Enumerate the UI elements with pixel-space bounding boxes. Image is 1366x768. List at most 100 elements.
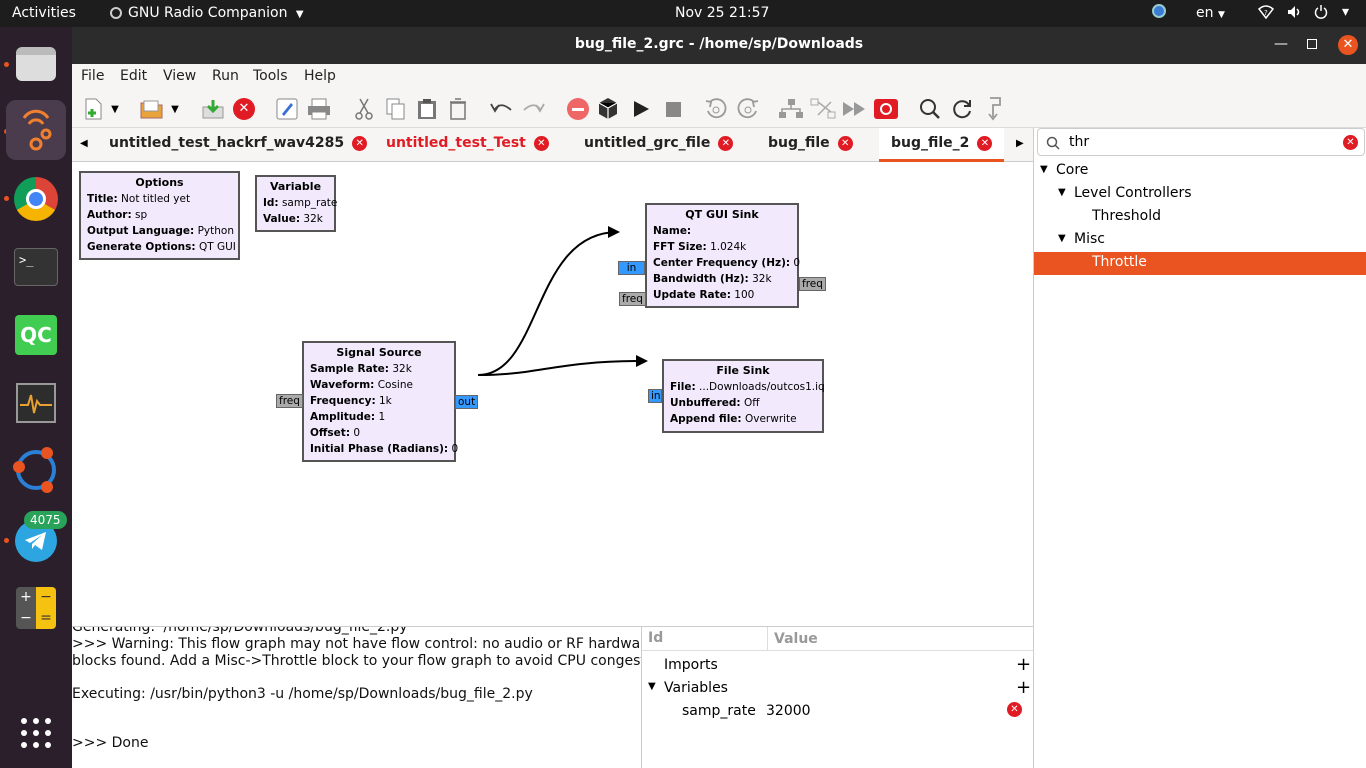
search-icon[interactable]	[916, 95, 944, 123]
qt-sink-freq-out-port[interactable]: freq	[799, 277, 826, 291]
rotate-cw-icon[interactable]	[734, 95, 762, 123]
disable-block-icon[interactable]	[564, 95, 592, 123]
undo-icon[interactable]	[487, 95, 515, 123]
close-tab-icon[interactable]: ✕	[977, 135, 993, 151]
signal-source-block[interactable]: Signal Source Sample Rate: 32k Waveform:…	[302, 341, 458, 462]
search-input[interactable]: thr	[1069, 134, 1089, 150]
tree-level-controllers[interactable]: ▼ Level Controllers	[1034, 183, 1366, 206]
close-tab-icon[interactable]: ✕	[352, 135, 368, 151]
menu-edit[interactable]: Edit	[120, 68, 147, 84]
tree-core[interactable]: ▼ Core	[1034, 160, 1366, 183]
close-file-icon[interactable]: ✕	[230, 95, 258, 123]
tree-throttle[interactable]: Throttle	[1034, 252, 1366, 275]
bypass-block-icon[interactable]	[809, 95, 837, 123]
reload-icon[interactable]	[948, 95, 976, 123]
cut-icon[interactable]	[350, 95, 378, 123]
maximize-icon[interactable]	[1307, 39, 1317, 49]
variable-row[interactable]: samp_rate 32000 ✕	[642, 701, 1033, 723]
tab-untitled-test-hackrf[interactable]: untitled_test_hackrf_wav4285 ✕	[109, 135, 368, 151]
print-icon[interactable]	[305, 95, 333, 123]
paste-icon[interactable]	[413, 95, 441, 123]
tab-bug-file[interactable]: bug_file ✕	[768, 135, 853, 151]
tab-scroll-right-icon[interactable]: ▶	[1016, 138, 1024, 149]
clock[interactable]: Nov 25 21:57	[675, 5, 769, 21]
volume-icon[interactable]	[1287, 5, 1303, 23]
qt-sink-in-port[interactable]: in	[618, 261, 645, 275]
variable-value[interactable]: 32000	[766, 703, 811, 719]
network-icon[interactable]: ?	[1257, 5, 1275, 23]
menu-run[interactable]: Run	[212, 68, 239, 84]
new-file-icon[interactable]	[80, 95, 108, 123]
activities-button[interactable]: Activities	[12, 5, 76, 21]
chevron-down-icon[interactable]: ▼	[108, 95, 122, 123]
return-icon[interactable]	[980, 95, 1008, 123]
language-indicator[interactable]: en ▼	[1196, 5, 1225, 21]
tab-scroll-left-icon[interactable]: ◀	[80, 138, 88, 149]
expander-down-icon[interactable]: ▼	[648, 681, 656, 692]
expander-down-icon[interactable]: ▼	[1058, 187, 1066, 198]
chrome-indicator-icon[interactable]	[1152, 4, 1166, 22]
qt-gui-sink-block[interactable]: QT GUI Sink Name: FFT Size: 1.024k Cente…	[645, 203, 800, 308]
generate-icon[interactable]	[594, 95, 622, 123]
qtcreator-icon[interactable]: QC	[6, 305, 66, 365]
options-block[interactable]: Options Title: Not titled yet Author: sp…	[79, 171, 240, 260]
flowgraph-canvas[interactable]: Options Title: Not titled yet Author: sp…	[72, 162, 1033, 626]
imports-row[interactable]: Imports +	[642, 654, 1033, 677]
close-icon[interactable]: ✕	[1338, 35, 1358, 55]
chevron-down-icon[interactable]: ▼	[168, 95, 182, 123]
close-tab-icon[interactable]: ✕	[718, 135, 734, 151]
add-icon[interactable]: +	[1016, 654, 1031, 675]
tab-bug-file-2[interactable]: bug_file_2 ✕	[879, 128, 1005, 162]
fast-forward-icon[interactable]	[841, 95, 869, 123]
col-value[interactable]: Value	[767, 627, 818, 651]
chrome-icon[interactable]	[6, 169, 66, 229]
minimize-icon[interactable]: —	[1274, 36, 1288, 52]
terminal-icon[interactable]: >_	[6, 237, 66, 297]
menu-file[interactable]: File	[81, 68, 104, 84]
ubuntu-update-icon[interactable]	[6, 440, 66, 500]
console-output[interactable]: Generating: '/home/sp/Downloads/bug_file…	[72, 626, 642, 768]
app-menu[interactable]: GNU Radio Companion ▼	[110, 5, 304, 21]
tab-untitled-test[interactable]: untitled_test_Test ✕	[386, 135, 549, 151]
variable-block[interactable]: Variable Id: samp_rate Value: 32k	[255, 175, 337, 232]
tab-untitled-grc-file[interactable]: untitled_grc_file ✕	[584, 135, 734, 151]
redo-icon[interactable]	[520, 95, 548, 123]
kill-icon[interactable]	[872, 95, 900, 123]
file-sink-block[interactable]: File Sink File: ...Downloads/outcos1.iq …	[662, 359, 825, 433]
open-folder-icon[interactable]	[138, 95, 166, 123]
close-tab-icon[interactable]: ✕	[837, 135, 853, 151]
col-id[interactable]: Id	[648, 630, 663, 646]
delete-icon[interactable]	[444, 95, 472, 123]
remove-icon[interactable]: ✕	[1007, 702, 1022, 717]
tree-threshold[interactable]: Threshold	[1034, 206, 1366, 229]
edit-properties-icon[interactable]	[273, 95, 301, 123]
save-icon[interactable]	[199, 95, 227, 123]
tree-misc[interactable]: ▼ Misc	[1034, 229, 1366, 252]
chevron-down-icon[interactable]: ▾	[1342, 4, 1349, 20]
signal-source-out-port[interactable]: out	[455, 395, 479, 409]
title-bar[interactable]: bug_file_2.grc - /home/sp/Downloads — ✕	[72, 27, 1366, 64]
search-box[interactable]: thr ✕	[1037, 128, 1365, 156]
clear-search-icon[interactable]: ✕	[1343, 135, 1358, 150]
stop-icon[interactable]	[659, 95, 687, 123]
enable-block-icon[interactable]	[777, 95, 805, 123]
add-icon[interactable]: +	[1016, 677, 1031, 698]
power-icon[interactable]	[1314, 5, 1328, 23]
system-monitor-icon[interactable]	[6, 373, 66, 433]
app-grid-icon[interactable]	[6, 703, 66, 763]
signal-source-freq-port[interactable]: freq	[276, 394, 303, 408]
close-tab-icon[interactable]: ✕	[533, 135, 549, 151]
expander-down-icon[interactable]: ▼	[1040, 164, 1048, 175]
qt-sink-freq-in-port[interactable]: freq	[619, 292, 646, 306]
file-sink-in-port[interactable]: in	[648, 389, 662, 403]
expander-down-icon[interactable]: ▼	[1058, 233, 1066, 244]
menu-view[interactable]: View	[163, 68, 196, 84]
copy-icon[interactable]	[382, 95, 410, 123]
execute-icon[interactable]	[627, 95, 655, 123]
files-icon[interactable]	[6, 34, 66, 94]
calculator-icon[interactable]: + − − =	[6, 578, 66, 638]
rotate-ccw-icon[interactable]	[702, 95, 730, 123]
menu-help[interactable]: Help	[304, 68, 336, 84]
menu-tools[interactable]: Tools	[253, 68, 288, 84]
variables-row[interactable]: ▼ Variables +	[642, 677, 1033, 700]
